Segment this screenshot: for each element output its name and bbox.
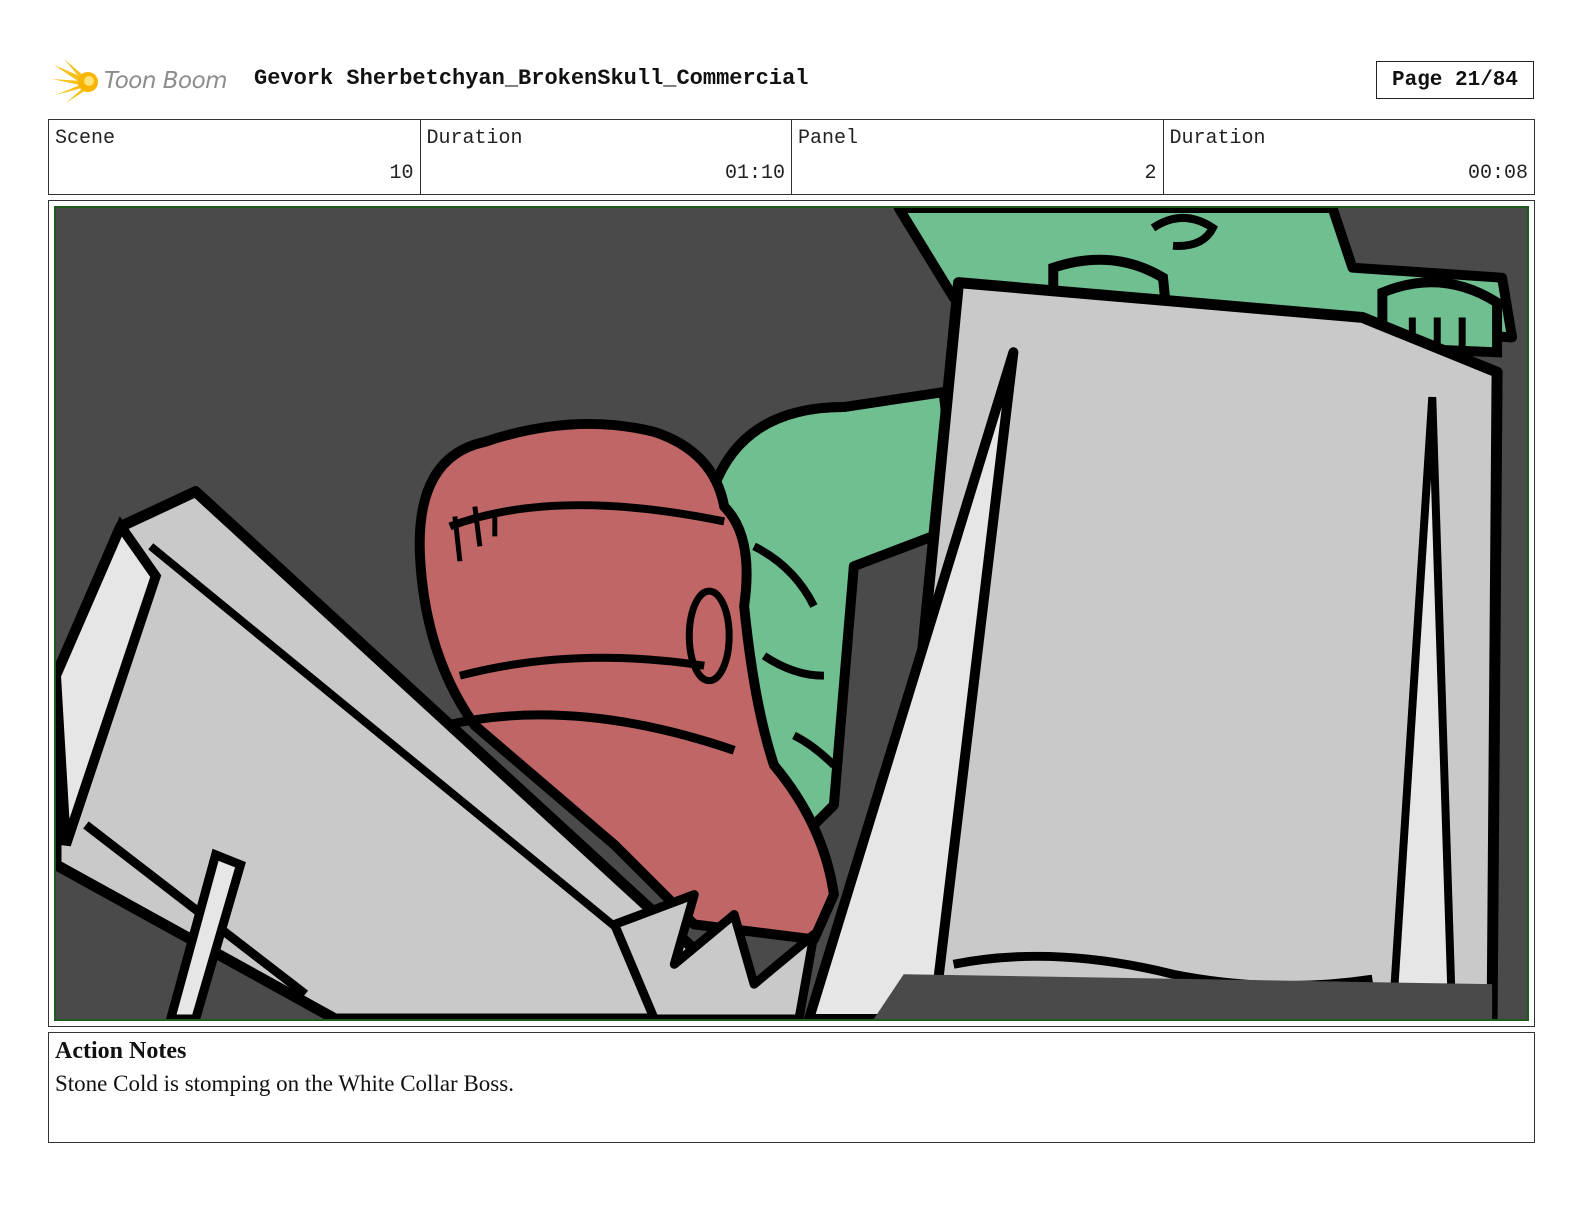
panel-duration-label: Duration <box>1169 127 1266 150</box>
scene-duration-label: Duration <box>426 127 523 150</box>
scene-duration-cell: Duration 01:10 <box>421 120 792 194</box>
panel-duration-value: 00:08 <box>1467 162 1528 185</box>
action-notes-box: Action Notes Stone Cold is stomping on t… <box>48 1032 1535 1143</box>
scene-value: 10 <box>389 162 414 185</box>
panel-drawing <box>56 208 1527 1019</box>
panel-duration-cell: Duration 00:08 <box>1164 120 1535 194</box>
scene-duration-value: 01:10 <box>724 162 785 185</box>
storyboard-panel-frame <box>48 200 1535 1027</box>
toon-boom-logo: Toon Boom <box>52 56 238 106</box>
storyboard-panel-image <box>54 206 1529 1021</box>
toon-boom-starburst-icon <box>52 59 98 103</box>
panel-value: 2 <box>1144 162 1157 185</box>
page-indicator: Page 21/84 <box>1376 61 1534 99</box>
action-notes-title: Action Notes <box>55 1038 187 1064</box>
scene-label: Scene <box>55 127 116 150</box>
panel-label: Panel <box>798 127 859 150</box>
project-title: Gevork Sherbetchyan_BrokenSkull_Commerci… <box>254 66 809 91</box>
logo-text: Toon Boom <box>104 68 228 94</box>
panel-cell: Panel 2 <box>792 120 1164 194</box>
scene-cell: Scene 10 <box>49 120 421 194</box>
action-notes-text: Stone Cold is stomping on the White Coll… <box>55 1071 514 1096</box>
scene-info-row: Scene 10 Duration 01:10 Panel 2 Duration… <box>48 119 1535 195</box>
